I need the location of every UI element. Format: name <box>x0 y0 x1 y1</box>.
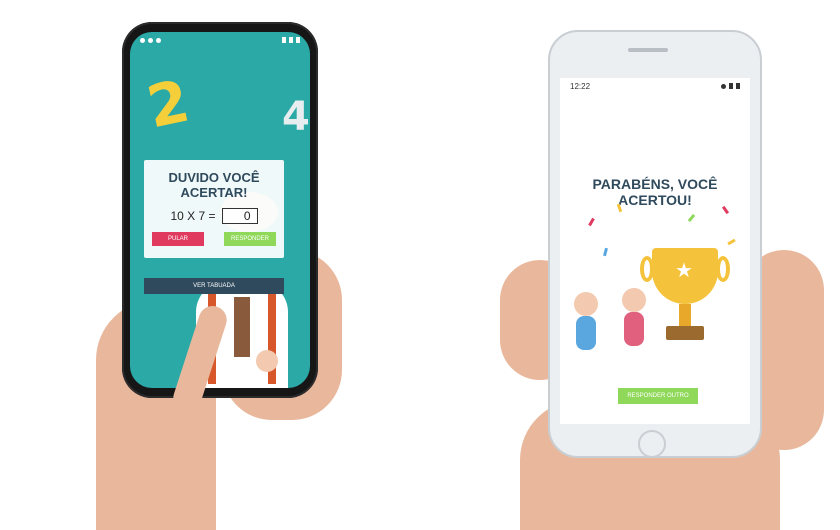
trophy-handle-right <box>716 256 730 282</box>
kid-boy-body <box>576 316 596 350</box>
status-bar: 12:22 <box>560 78 750 94</box>
decor-number-two: 2 <box>141 66 195 142</box>
right-phone: 12:22 PARABÉNS, VOCÊ ACERTOU! ★ RESPONDE… <box>548 30 762 458</box>
answer-button[interactable]: RESPONDER <box>224 232 276 246</box>
skip-button[interactable]: PULAR <box>152 232 204 246</box>
confetti-piece <box>588 217 595 227</box>
trophy-base <box>666 326 704 340</box>
kid-girl-head <box>622 288 646 312</box>
right-phone-screen: 12:22 PARABÉNS, VOCÊ ACERTOU! ★ RESPONDE… <box>560 78 750 424</box>
star-icon: ★ <box>675 260 693 282</box>
phone-speaker <box>628 48 668 52</box>
quiz-equation-row: 10 X 7 = 0 <box>144 208 284 224</box>
quiz-card: DUVIDO VOCÊ ACERTAR! 10 X 7 = 0 PULAR RE… <box>144 160 284 258</box>
status-bar <box>130 32 310 48</box>
trophy-stem <box>679 304 691 326</box>
answer-another-button[interactable]: RESPONDER OUTRO <box>618 388 698 404</box>
confetti-piece <box>727 238 736 246</box>
quiz-equation: 10 X 7 = <box>170 209 216 223</box>
teacher-tie <box>234 297 250 357</box>
home-button[interactable] <box>638 430 666 458</box>
kid-girl-body <box>624 312 644 346</box>
quiz-buttons: PULAR RESPONDER <box>144 232 284 246</box>
quiz-title: DUVIDO VOCÊ ACERTAR! <box>168 170 260 200</box>
kid-boy-head <box>574 292 598 316</box>
congrats-title: PARABÉNS, VOCÊ ACERTOU! <box>592 176 718 208</box>
status-time: 12:22 <box>570 81 591 91</box>
confetti-piece <box>603 247 608 257</box>
answer-input[interactable]: 0 <box>221 208 258 224</box>
teacher-hand <box>256 350 278 372</box>
confetti-piece <box>687 213 696 223</box>
view-table-button[interactable]: VER TABUADA <box>144 278 284 294</box>
decor-number-four: 4 <box>282 94 310 140</box>
